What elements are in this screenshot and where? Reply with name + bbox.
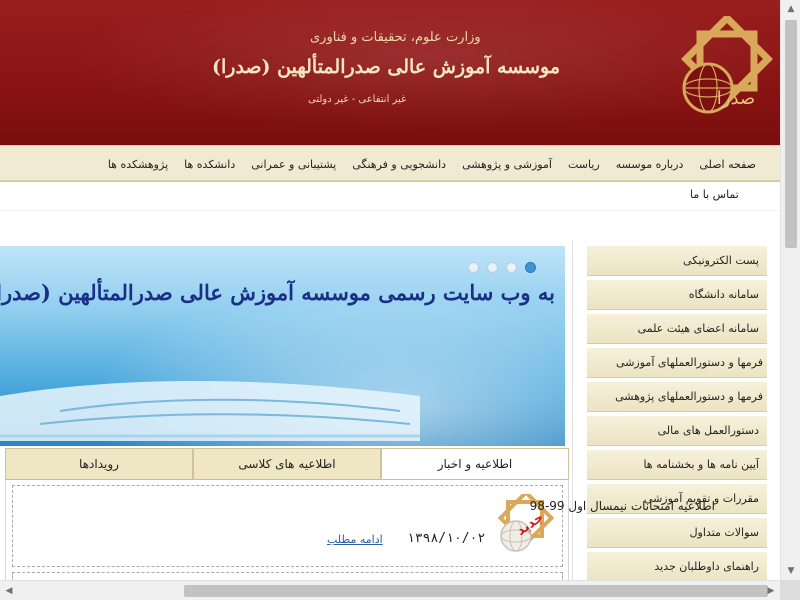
scroll-left-icon[interactable]: ◀ bbox=[0, 581, 18, 600]
horizontal-scroll-thumb[interactable] bbox=[184, 585, 768, 597]
nav-item-contact[interactable]: تماس با ما bbox=[690, 188, 739, 201]
main-nav: صفحه اصلی درباره موسسه ریاست آموزشی و پژ… bbox=[0, 145, 780, 181]
nav-divider bbox=[0, 181, 780, 182]
slider-dot-3[interactable] bbox=[506, 262, 517, 273]
sidebar-item-email[interactable]: پست الکترونیکی bbox=[587, 246, 767, 276]
sidebar-item-research-forms[interactable]: فرمها و دستورالعملهای پژوهشی bbox=[587, 382, 767, 412]
nav-item-faculties[interactable]: دانشکده ها bbox=[176, 158, 243, 171]
tab-class-announcements[interactable]: اطلاعیه های کلاسی bbox=[193, 448, 381, 479]
sidebar-item-financial-rules[interactable]: دستورالعمل های مالی bbox=[587, 416, 767, 446]
site-title[interactable]: موسسه آموزش عالی صدرالمتألهین (صدرا) bbox=[212, 56, 560, 78]
book-illustration-icon bbox=[0, 381, 420, 441]
slider-dot-4[interactable] bbox=[525, 262, 536, 273]
tab-events[interactable]: رویدادها bbox=[5, 448, 193, 479]
news-item bbox=[12, 485, 563, 567]
sidebar-item-university-system[interactable]: سامانه دانشگاه bbox=[587, 280, 767, 310]
svg-text:صدرا: صدرا bbox=[717, 88, 755, 109]
read-more-link[interactable]: ادامه مطلب bbox=[327, 533, 383, 546]
scrollbar-corner bbox=[780, 580, 800, 600]
news-title[interactable]: اطلاعیه امتحانات نیمسال اول 99-98 bbox=[530, 499, 715, 513]
slider-dot-2[interactable] bbox=[487, 262, 498, 273]
tab-announcements-news[interactable]: اطلاعیه و اخبار bbox=[381, 448, 569, 479]
sidebar-item-education-forms[interactable]: فرمها و دستورالعملهای آموزشی bbox=[587, 348, 767, 378]
banner-slider[interactable]: به وب سایت رسمی موسسه آموزش عالی صدرالمت… bbox=[0, 246, 565, 446]
vertical-scrollbar[interactable]: ▲ ▼ bbox=[780, 0, 800, 580]
sidebar-item-faq[interactable]: سوالات متداول bbox=[587, 518, 767, 548]
nav-item-research-institutes[interactable]: پژوهشکده ها bbox=[100, 158, 176, 171]
banner-headline: به وب سایت رسمی موسسه آموزش عالی صدرالمت… bbox=[0, 280, 555, 305]
nav-item-presidency[interactable]: ریاست bbox=[560, 158, 608, 171]
column-separator bbox=[572, 240, 573, 580]
sidebar-item-regulations[interactable]: آیین نامه ها و بخشنامه ها bbox=[587, 450, 767, 480]
nav-item-about[interactable]: درباره موسسه bbox=[608, 158, 692, 171]
sadra-logo-icon[interactable]: صدرا bbox=[670, 16, 774, 124]
scroll-down-icon[interactable]: ▼ bbox=[781, 562, 800, 580]
site-type-note: غیر انتفاعی - غیر دولتی bbox=[308, 94, 407, 105]
nav-item-education-research[interactable]: آموزشی و پژوهشی bbox=[454, 158, 560, 171]
vertical-scroll-thumb[interactable] bbox=[785, 20, 797, 248]
sidebar-item-new-applicants[interactable]: راهنمای داوطلبان جدید bbox=[587, 552, 767, 582]
slider-dot-1[interactable] bbox=[468, 262, 479, 273]
site-header: وزارت علوم، تحقیقات و فناوری موسسه آموزش… bbox=[0, 0, 780, 145]
nav-item-student-culture[interactable]: دانشجویی و فرهنگی bbox=[344, 158, 454, 171]
quick-links-sidebar: پست الکترونیکی سامانه دانشگاه سامانه اعض… bbox=[587, 246, 767, 586]
news-date: ۱۳۹۸/۱۰/۰۲ bbox=[407, 531, 486, 546]
scroll-right-icon[interactable]: ▶ bbox=[762, 581, 780, 600]
horizontal-scrollbar[interactable]: ◀ ▶ bbox=[0, 580, 780, 600]
nav-item-support[interactable]: پشتیبانی و عمرانی bbox=[243, 158, 344, 171]
sidebar-item-faculty-system[interactable]: سامانه اعضای هیئت علمی bbox=[587, 314, 767, 344]
news-tabs: اطلاعیه و اخبار اطلاعیه های کلاسی رویداد… bbox=[5, 448, 569, 480]
ministry-subtitle: وزارت علوم، تحقیقات و فناوری bbox=[310, 30, 481, 45]
scroll-up-icon[interactable]: ▲ bbox=[781, 0, 800, 18]
nav-item-home[interactable]: صفحه اصلی bbox=[691, 158, 764, 171]
slider-dots bbox=[468, 262, 536, 273]
divider bbox=[0, 210, 780, 211]
